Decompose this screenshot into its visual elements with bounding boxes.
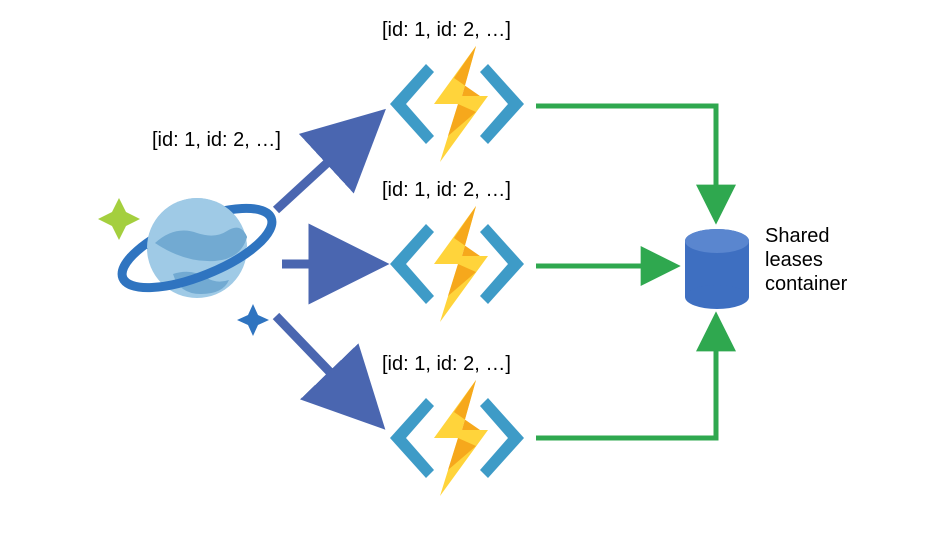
diagram-canvas: [id: 1, id: 2, …] [id: 1, id: 2, …] [0, 0, 950, 534]
arrows-layer [0, 0, 950, 534]
